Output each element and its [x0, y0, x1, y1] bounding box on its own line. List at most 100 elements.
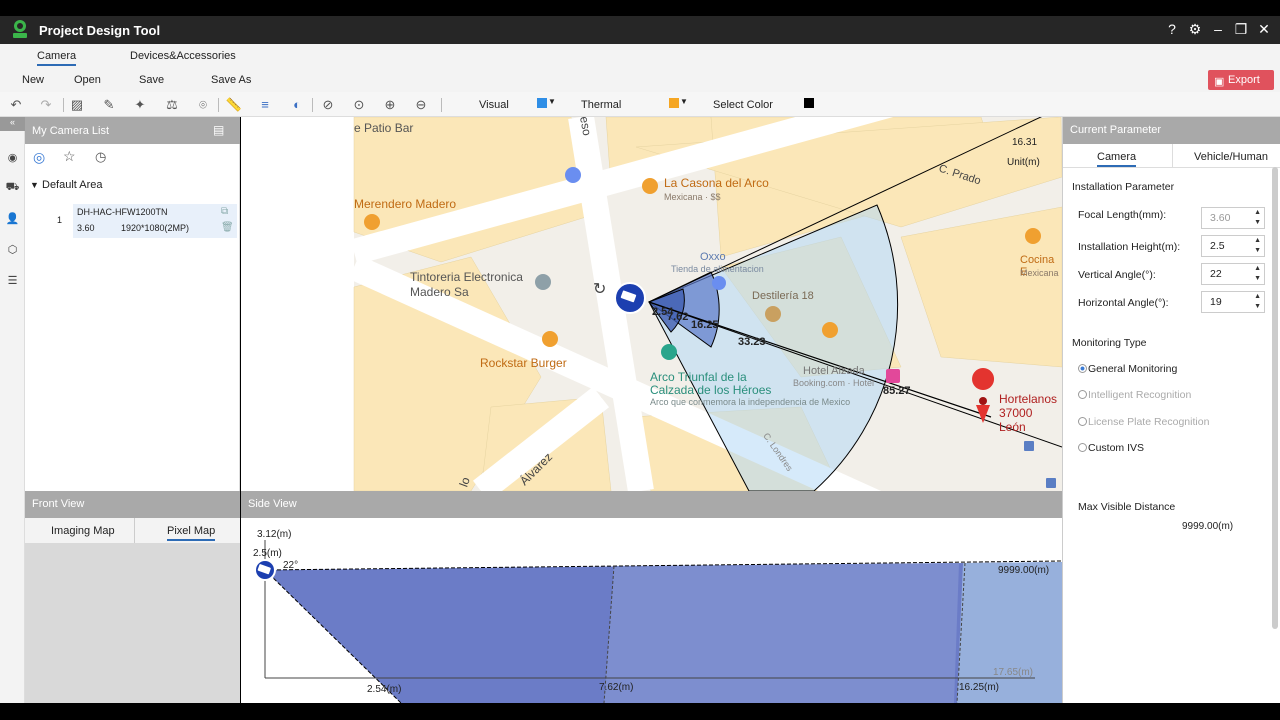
focal-length-input[interactable]: 3.60 ▲ ▼ — [1201, 207, 1265, 229]
ruler-icon[interactable]: 📏 — [225, 96, 243, 114]
check-filter-icon[interactable]: ◎ — [33, 149, 45, 166]
visual-color-swatch[interactable] — [537, 98, 547, 108]
copy-icon[interactable]: ⧉ — [221, 206, 228, 217]
map-label: Oxxo — [700, 251, 726, 263]
bottom-bar — [0, 703, 1280, 720]
history-filter-icon[interactable]: ◷ — [95, 149, 106, 165]
rotate-90-icon[interactable]: ⊘ — [319, 96, 337, 114]
expand-arrow-icon[interactable]: ▼ — [30, 180, 39, 190]
thermal-dropdown-icon[interactable]: ▼ — [680, 97, 688, 106]
list-view-icon[interactable]: ▤ — [213, 123, 224, 137]
restore-button[interactable]: ❐ — [1232, 21, 1250, 38]
parameter-tabs: Camera Vehicle/Human — [1063, 144, 1280, 168]
map-label: Rockstar Burger — [480, 356, 567, 370]
radio-label: General Monitoring — [1088, 363, 1178, 375]
max-visible-value: 9999.00(m) — [1182, 521, 1234, 532]
camera-index: 1 — [57, 215, 63, 225]
installation-height-value: 2.5 — [1210, 240, 1225, 252]
camera-list-panel: My Camera List ▤ ◎ ☆ ◷ ▼ Default Area 1 … — [25, 117, 240, 491]
tab-vehicle-human[interactable]: Vehicle/Human — [1194, 151, 1268, 163]
close-button[interactable]: ✕ — [1255, 21, 1273, 38]
open-button[interactable]: Open — [74, 74, 101, 86]
map-label: Calzada de los Héroes — [650, 383, 772, 397]
settings-icon[interactable]: ⚙ — [1186, 21, 1204, 38]
thermal-color-swatch[interactable] — [669, 98, 679, 108]
map-label: Booking.com · Hotel — [793, 378, 875, 388]
favorite-filter-icon[interactable]: ☆ — [63, 148, 76, 165]
install-height-label: 2.5(m) — [253, 548, 282, 559]
redo-icon[interactable]: ↷ — [37, 96, 55, 114]
toolbar-separator — [441, 98, 442, 112]
side-distance-label: 7.62(m) — [599, 682, 634, 693]
tab-devices-accessories[interactable]: Devices&Accessories — [130, 50, 236, 62]
box-icon[interactable]: ⬡ — [4, 243, 21, 257]
parameters-scrollbar[interactable] — [1272, 167, 1278, 629]
horizontal-angle-input[interactable]: 19 ▲ ▼ — [1201, 291, 1265, 313]
map-label: Arco que conmemora la independencia de M… — [650, 397, 851, 407]
tab-camera-params[interactable]: Camera — [1097, 151, 1137, 167]
rotate-reset-icon[interactable]: ⊙ — [350, 96, 368, 114]
horizontal-angle-label: Horizontal Angle(°): — [1078, 297, 1169, 309]
spinner-arrows-icon[interactable]: ▲ ▼ — [1254, 292, 1261, 312]
map-label: 37000 León — [999, 406, 1033, 434]
radio-icon — [1078, 443, 1087, 452]
delete-icon[interactable]: 🗑 — [221, 222, 234, 233]
horizontal-angle-value: 19 — [1210, 296, 1222, 308]
main-tabs: Camera Devices&Accessories — [0, 44, 1280, 68]
tab-camera[interactable]: Camera — [37, 50, 77, 66]
camera-list-item[interactable]: DH-HAC-HFW1200TN 3.60 1920*1080(2MP) ⧉ 🗑 — [73, 204, 237, 238]
export-button[interactable]: ▣ Export — [1208, 70, 1274, 90]
map-canvas[interactable]: e Patio Bar eso La Casona del Arco Mexic… — [241, 117, 1062, 491]
radio-label: Custom IVS — [1088, 442, 1145, 454]
save-as-button[interactable]: Save As — [211, 74, 251, 86]
vehicle-icon[interactable]: ⛟ — [4, 181, 21, 195]
camera-list-icon[interactable]: ◉ — [4, 151, 21, 165]
side-distance-label: 17.65(m) — [993, 667, 1034, 678]
layers-icon[interactable]: ☰ — [4, 274, 21, 288]
scale-icon[interactable]: ⚖ — [163, 96, 181, 114]
zoom-in-icon[interactable]: ⊕ — [381, 96, 399, 114]
minimize-button[interactable]: – — [1209, 21, 1227, 37]
align-icon[interactable]: ≡ — [256, 96, 274, 114]
installation-height-input[interactable]: 2.5 ▲ ▼ — [1201, 235, 1265, 257]
app-logo-icon — [13, 20, 27, 38]
vertical-angle-input[interactable]: 22 ▲ ▼ — [1201, 263, 1265, 285]
help-icon[interactable]: ? — [1163, 21, 1181, 37]
map-label: Tienda de alimentacion — [671, 264, 764, 274]
radio-custom-ivs[interactable]: Custom IVS — [1078, 442, 1144, 454]
sector-icon[interactable]: ◐ — [288, 96, 306, 114]
spinner-arrows-icon[interactable]: ▲ ▼ — [1254, 208, 1261, 228]
add-image-icon[interactable]: ▨ — [68, 96, 86, 114]
map-label: Madero Sa — [410, 285, 469, 299]
person-icon[interactable]: 👤 — [4, 212, 21, 226]
max-visible-title: Max Visible Distance — [1078, 501, 1176, 513]
save-button[interactable]: Save — [139, 74, 164, 86]
rotate-handle-icon[interactable]: ↻ — [593, 279, 606, 299]
new-button[interactable]: New — [22, 74, 44, 86]
location-icon[interactable]: ⌾ — [194, 96, 212, 114]
zoom-out-icon[interactable]: ⊖ — [412, 96, 430, 114]
radio-general-monitoring[interactable]: General Monitoring — [1078, 363, 1177, 375]
select-color-swatch[interactable] — [804, 98, 814, 108]
batch-camera-icon[interactable]: ✦ — [131, 96, 149, 114]
undo-icon[interactable]: ↶ — [7, 96, 25, 114]
tab-pixel-map[interactable]: Pixel Map — [167, 525, 216, 541]
side-distance-label: 2.54(m) — [367, 684, 402, 695]
map-scale-unit: Unit(m) — [1007, 157, 1040, 168]
vertical-angle-label: Vertical Angle(°): — [1078, 269, 1156, 281]
tab-imaging-map[interactable]: Imaging Map — [51, 525, 115, 537]
radio-license-plate[interactable]: License Plate Recognition — [1078, 416, 1209, 428]
visual-dropdown-icon[interactable]: ▼ — [548, 97, 556, 106]
collapse-icon[interactable]: « — [0, 117, 25, 131]
radio-intelligent-recognition[interactable]: Intelligent Recognition — [1078, 389, 1191, 401]
spinner-arrows-icon[interactable]: ▲ ▼ — [1254, 236, 1261, 256]
select-color-label: Select Color — [713, 99, 773, 111]
camera-model: DH-HAC-HFW1200TN — [77, 207, 168, 217]
map-scale-value: 16.31 — [1012, 137, 1038, 148]
spinner-arrows-icon[interactable]: ▲ ▼ — [1254, 264, 1261, 284]
add-camera-icon[interactable]: ✎ — [100, 96, 118, 114]
area-name[interactable]: Default Area — [42, 179, 103, 191]
camera-focal: 3.60 — [77, 223, 95, 233]
map-label: Hortelanos — [999, 392, 1058, 406]
side-view-panel: Side View 3.12(m) 2.5(m) 22° 9999.00(m) … — [241, 491, 1062, 703]
